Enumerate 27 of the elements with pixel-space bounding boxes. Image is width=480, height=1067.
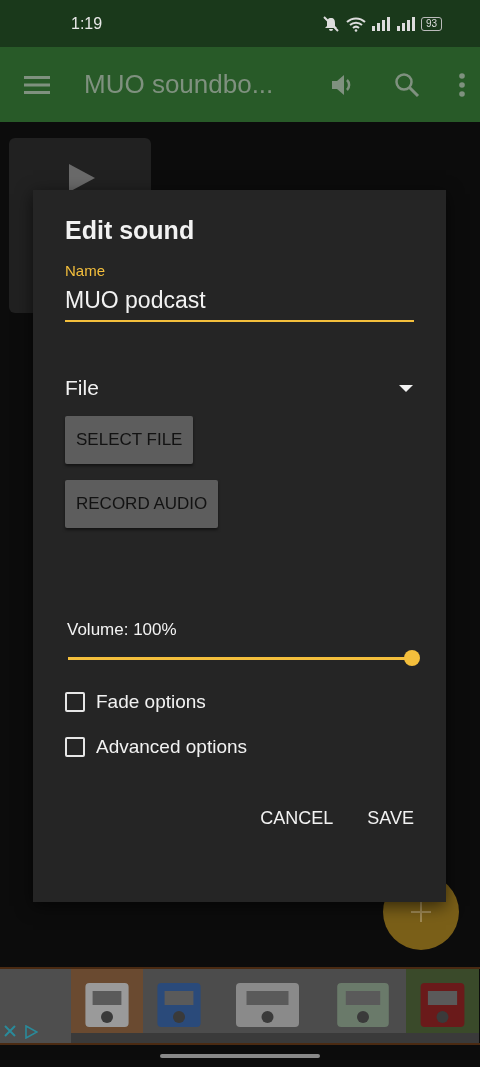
slider-thumb[interactable] [404,650,420,666]
file-dropdown[interactable]: File [65,376,415,400]
wifi-icon [345,15,366,32]
signal-icon [395,16,416,31]
plus-icon [411,902,431,922]
dialog-action-button[interactable]: CANCEL [250,800,344,837]
dialog-action-button[interactable]: SAVE [357,800,424,837]
battery-level: 93 [420,16,442,31]
status-time: 1:19 [71,14,103,33]
checkbox[interactable] [65,692,85,712]
option-label: Fade options [96,691,206,713]
option-label: Advanced options [96,736,248,758]
dropdown-arrow-icon [399,384,413,392]
volume-label: Volume: 100% [67,620,177,640]
menu-icon[interactable] [24,74,50,95]
checkbox[interactable] [65,737,85,757]
search-icon[interactable] [394,71,420,98]
signal-icon [370,16,391,31]
name-field[interactable]: MUO podcast [65,285,414,322]
dialog-title: Edit sound [65,216,196,245]
more-icon[interactable] [458,71,466,98]
app-title: MUO soundbo... [84,69,275,100]
field-label: Name [65,262,105,279]
ad-info-icon[interactable] [24,1025,38,1039]
close-icon[interactable] [4,1025,16,1037]
muted-bell-icon [320,15,341,32]
play-icon[interactable] [69,164,95,192]
